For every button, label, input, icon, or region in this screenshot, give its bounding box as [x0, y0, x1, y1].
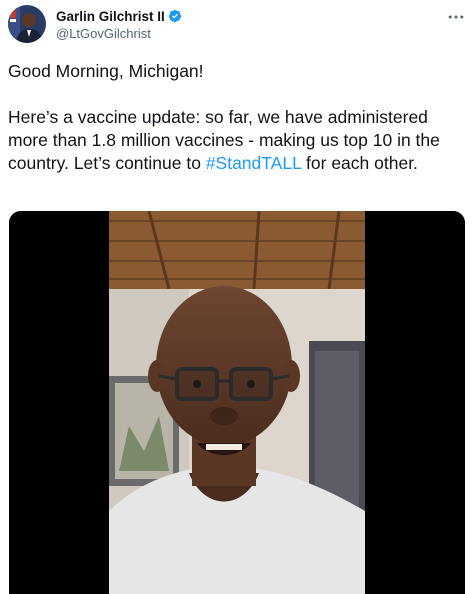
tweet-greeting: Good Morning, Michigan!: [8, 61, 204, 81]
video-frame: [9, 211, 465, 594]
author-handle[interactable]: @LtGovGilchrist: [56, 26, 182, 41]
hashtag-link[interactable]: #StandTALL: [206, 153, 301, 173]
author-display-name[interactable]: Garlin Gilchrist II: [56, 9, 165, 24]
author-avatar[interactable]: [8, 5, 46, 43]
author-info: Garlin Gilchrist II @LtGovGilchrist: [56, 7, 182, 41]
tweet-paragraph: Here’s a vaccine update: so far, we have…: [8, 106, 468, 175]
tweet-text: Good Morning, Michigan! Here’s a vaccine…: [8, 60, 468, 175]
tweet-paragraph-end: for each other.: [301, 153, 418, 173]
video-player[interactable]: [9, 211, 465, 594]
more-icon: [448, 15, 464, 19]
more-options-button[interactable]: [432, 5, 466, 29]
tweet-card: Garlin Gilchrist II @LtGovGilchrist Good…: [0, 0, 474, 594]
verified-badge-icon: [168, 9, 181, 23]
tweet-header: Garlin Gilchrist II @LtGovGilchrist: [8, 5, 466, 49]
